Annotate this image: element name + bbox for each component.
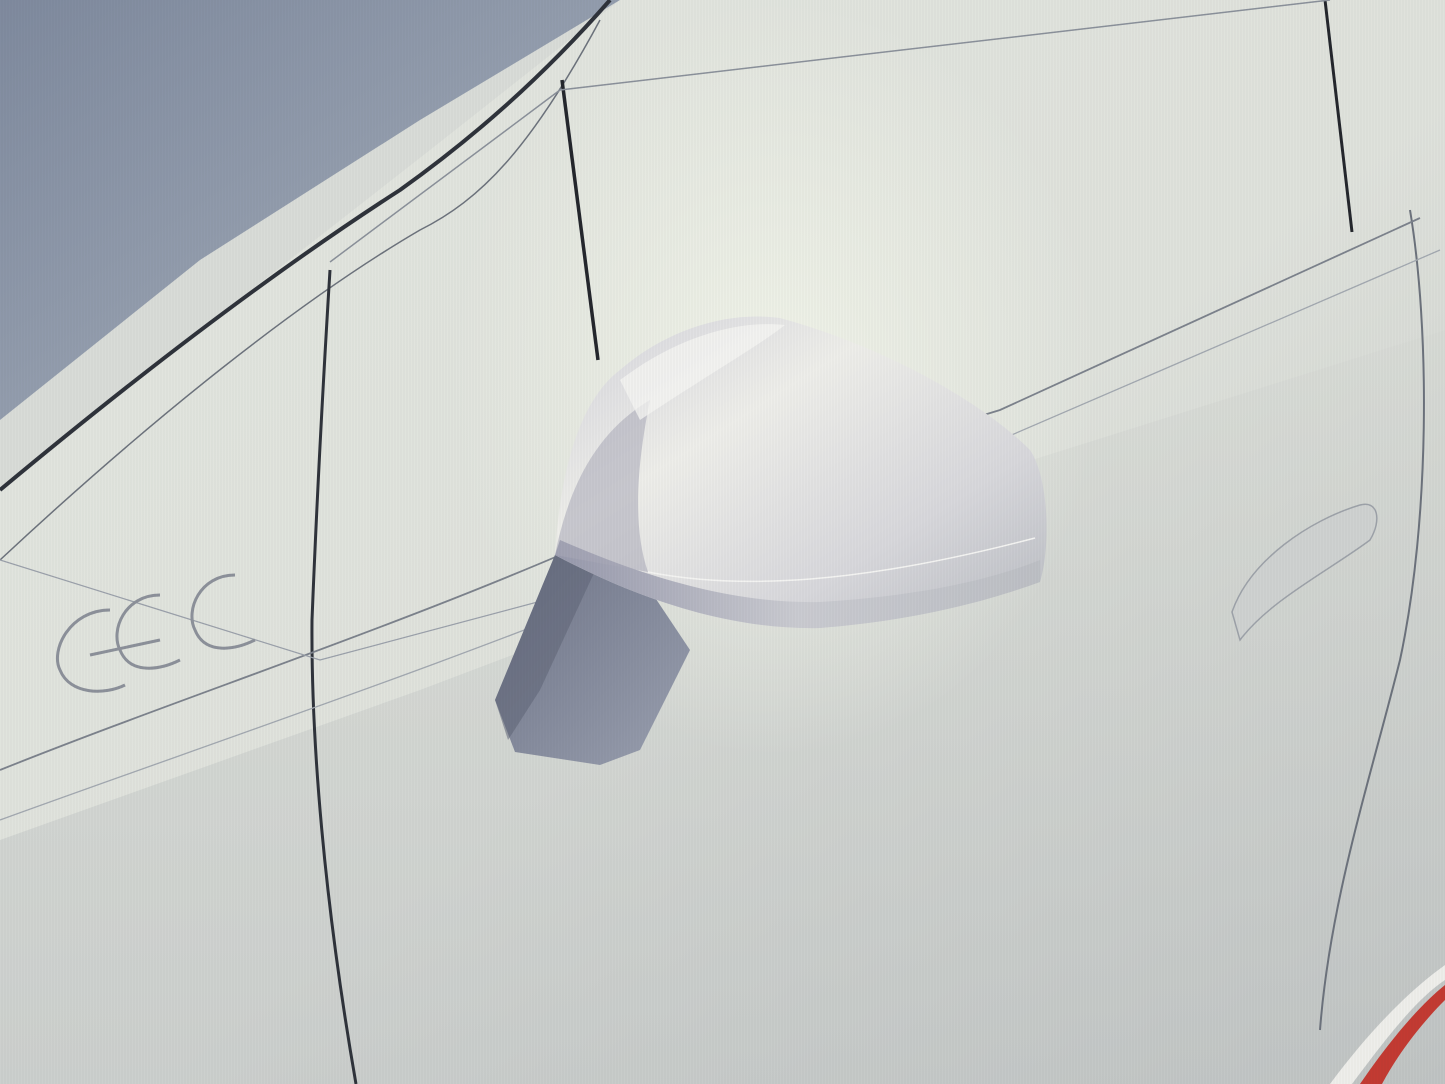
car-door-photo [0, 0, 1445, 1084]
car-door-illustration [0, 0, 1445, 1084]
